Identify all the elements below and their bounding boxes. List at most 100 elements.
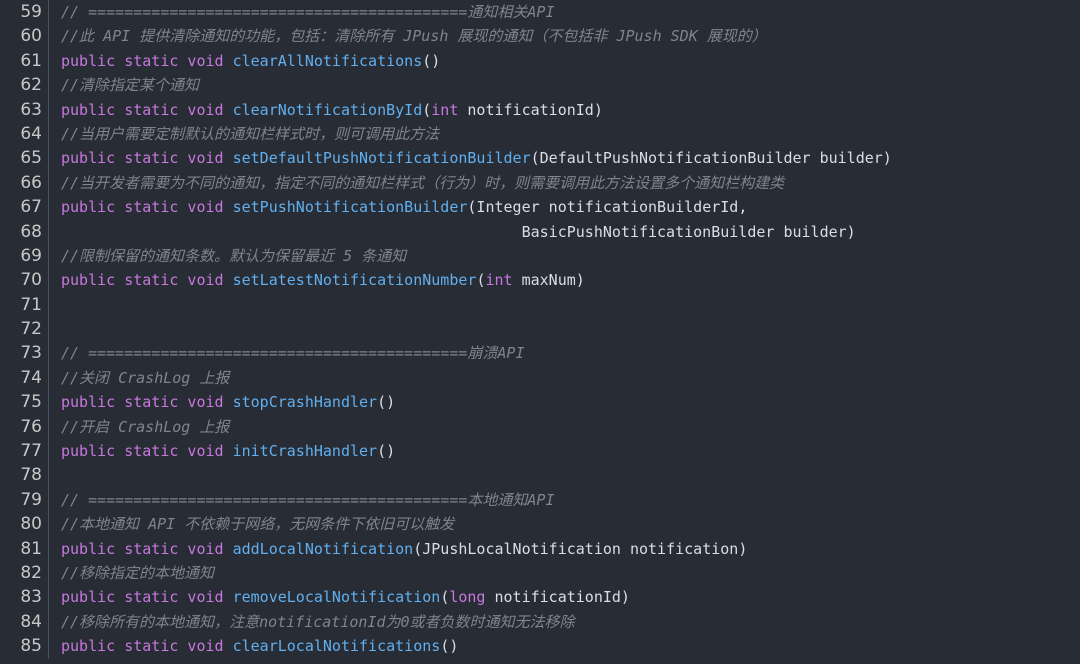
code-line[interactable]: 74 //关闭 CrashLog 上报 (0, 365, 1080, 391)
keyword-token: public static void (61, 442, 233, 461)
line-number: 73 (0, 341, 49, 366)
code-line[interactable]: 67 public static void setPushNotification… (0, 195, 1080, 220)
function-name-token: setDefaultPushNotificationBuilder (232, 149, 531, 168)
comment-token: //关闭 CrashLog 上报 (61, 368, 230, 387)
line-number: 76 (0, 414, 49, 440)
code-line[interactable]: 80 //本地通知 API 不依赖于网络，无网条件下依旧可以触发 (0, 512, 1080, 537)
line-number: 77 (0, 439, 49, 464)
code-line[interactable]: 76 //开启 CrashLog 上报 (0, 414, 1080, 440)
code-line[interactable]: 69 //限制保留的通知条数。默认为保留最近 5 条通知 (0, 243, 1080, 269)
keyword-token: public static void (61, 539, 233, 558)
comment-token: //限制保留的通知条数。默认为保留最近 5 条通知 (61, 246, 407, 265)
code-content[interactable]: //关闭 CrashLog 上报 (49, 366, 1080, 390)
keyword-token: long (449, 588, 486, 607)
code-line[interactable]: 84 //移除所有的本地通知，注意notificationId为0或者负数时通知无… (0, 609, 1080, 635)
code-line[interactable]: 63 public static void clearNotificationBy… (0, 97, 1080, 122)
line-number: 66 (0, 170, 49, 196)
code-content[interactable]: //当开发者需要为不同的通知，指定不同的通知栏样式（行为）时，则需要调用此方法设… (49, 171, 1080, 195)
code-line[interactable]: 70 public static void setLatestNotificati… (0, 268, 1080, 293)
code-content[interactable]: //此 API 提供清除通知的功能，包括：清除所有 JPush 展现的通知（不包… (49, 24, 1080, 48)
code-content[interactable]: //清除指定某个通知 (49, 73, 1080, 97)
code-content[interactable]: public static void removeLocalNotificati… (49, 585, 1080, 609)
code-content[interactable]: public static void clearAllNotifications… (49, 49, 1080, 73)
code-content[interactable]: BasicPushNotificationBuilder builder) (49, 220, 1080, 244)
comment-token: //本地通知 API 不依赖于网络，无网条件下依旧可以触发 (61, 515, 455, 534)
comment-token: //清除指定某个通知 (61, 76, 200, 95)
code-content[interactable]: //当用户需要定制默认的通知栏样式时，则可调用此方法 (49, 122, 1080, 146)
code-content[interactable]: public static void clearNotificationById… (49, 98, 1080, 122)
line-number: 75 (0, 390, 49, 415)
line-number: 82 (0, 560, 49, 586)
keyword-token: public static void (61, 198, 233, 217)
code-line[interactable]: 85 public static void clearLocalNotificat… (0, 634, 1080, 659)
code-line[interactable]: 79 // ===================================… (0, 487, 1080, 513)
code-token: notificationId) (458, 100, 603, 119)
code-line[interactable]: 64 //当用户需要定制默认的通知栏样式时，则可调用此方法 (0, 121, 1080, 147)
line-number: 60 (0, 24, 49, 49)
code-line[interactable]: 77 public static void initCrashHandler() (0, 439, 1080, 464)
keyword-token: public static void (61, 588, 233, 607)
comment-token: // =====================================… (61, 3, 555, 21)
code-token: notificationId) (485, 588, 630, 607)
code-line[interactable]: 75 public static void stopCrashHandler() (0, 390, 1080, 415)
code-line[interactable]: 81 public static void addLocalNotificatio… (0, 536, 1080, 561)
line-number: 78 (0, 463, 49, 488)
code-line[interactable]: 68 BasicPushNotificationBuilder builder) (0, 219, 1080, 244)
code-content[interactable]: public static void setPushNotificationBu… (49, 195, 1080, 219)
code-content[interactable]: // =====================================… (49, 341, 1080, 365)
line-number: 74 (0, 365, 49, 391)
code-content[interactable]: public static void clearLocalNotificatio… (49, 634, 1080, 658)
code-token: (DefaultPushNotificationBuilder builder) (530, 149, 892, 168)
code-content[interactable]: public static void stopCrashHandler() (49, 390, 1080, 414)
comment-token: //移除指定的本地通知 (61, 563, 215, 582)
code-content[interactable]: //限制保留的通知条数。默认为保留最近 5 条通知 (49, 244, 1080, 268)
code-content[interactable] (49, 463, 1080, 487)
code-content[interactable]: //本地通知 API 不依赖于网络，无网条件下依旧可以触发 (49, 512, 1080, 536)
comment-token: // =====================================… (61, 490, 555, 509)
code-line[interactable]: 83 public static void removeLocalNotifica… (0, 585, 1080, 610)
comment-token: //移除所有的本地通知，注意notificationId为0或者负数时通知无法移… (61, 612, 575, 631)
line-number: 81 (0, 536, 49, 561)
code-content[interactable]: //开启 CrashLog 上报 (49, 415, 1080, 439)
line-number: 64 (0, 121, 49, 147)
comment-token: //当用户需要定制默认的通知栏样式时，则可调用此方法 (61, 124, 440, 143)
comment-token: //当开发者需要为不同的通知，指定不同的通知栏样式（行为）时，则需要调用此方法设… (61, 173, 785, 192)
code-line[interactable]: 73 // ===================================… (0, 341, 1080, 366)
keyword-token: int (431, 100, 459, 119)
code-line[interactable]: 71 (0, 292, 1080, 318)
code-editor[interactable]: 59 // ===================================… (0, 0, 1080, 664)
function-name-token: removeLocalNotification (232, 588, 441, 607)
code-content[interactable]: // =====================================… (49, 488, 1080, 512)
function-name-token: stopCrashHandler (232, 393, 378, 412)
code-token: BasicPushNotificationBuilder builder) (61, 222, 856, 241)
code-content[interactable]: public static void addLocalNotification(… (49, 537, 1080, 561)
function-name-token: clearNotificationById (232, 100, 423, 119)
code-line[interactable]: 61 public static void clearAllNotificatio… (0, 48, 1080, 74)
code-line[interactable]: 66 //当开发者需要为不同的通知，指定不同的通知栏样式（行为）时，则需要调用此方… (0, 170, 1080, 196)
code-token: () (377, 442, 396, 461)
code-line[interactable]: 62 //清除指定某个通知 (0, 73, 1080, 98)
comment-token: // =====================================… (61, 344, 525, 363)
code-content[interactable]: //移除所有的本地通知，注意notificationId为0或者负数时通知无法移… (49, 610, 1080, 634)
code-line[interactable]: 60 //此 API 提供清除通知的功能，包括：清除所有 JPush 展现的通知（… (0, 24, 1080, 49)
code-content[interactable]: //移除指定的本地通知 (49, 561, 1080, 585)
code-content[interactable]: public static void setLatestNotification… (49, 268, 1080, 292)
code-content[interactable]: public static void initCrashHandler() (49, 439, 1080, 463)
function-name-token: setPushNotificationBuilder (232, 198, 468, 217)
code-content[interactable] (49, 293, 1080, 317)
code-token: maxNum) (512, 271, 585, 290)
code-content[interactable]: // =====================================… (49, 0, 1080, 24)
line-number: 65 (0, 146, 49, 171)
code-token: () (377, 393, 396, 412)
line-number: 59 (0, 0, 49, 25)
code-line[interactable]: 65 public static void setDefaultPushNotif… (0, 146, 1080, 171)
code-line[interactable]: 78 (0, 463, 1080, 488)
code-line[interactable]: 82 //移除指定的本地通知 (0, 560, 1080, 586)
line-number: 71 (0, 292, 49, 318)
code-line[interactable]: 59 // ===================================… (0, 0, 1080, 25)
function-name-token: setLatestNotificationNumber (232, 271, 477, 290)
function-name-token: clearAllNotifications (232, 51, 423, 70)
code-content[interactable] (49, 317, 1080, 341)
code-line[interactable]: 72 (0, 317, 1080, 342)
code-content[interactable]: public static void setDefaultPushNotific… (49, 146, 1080, 170)
